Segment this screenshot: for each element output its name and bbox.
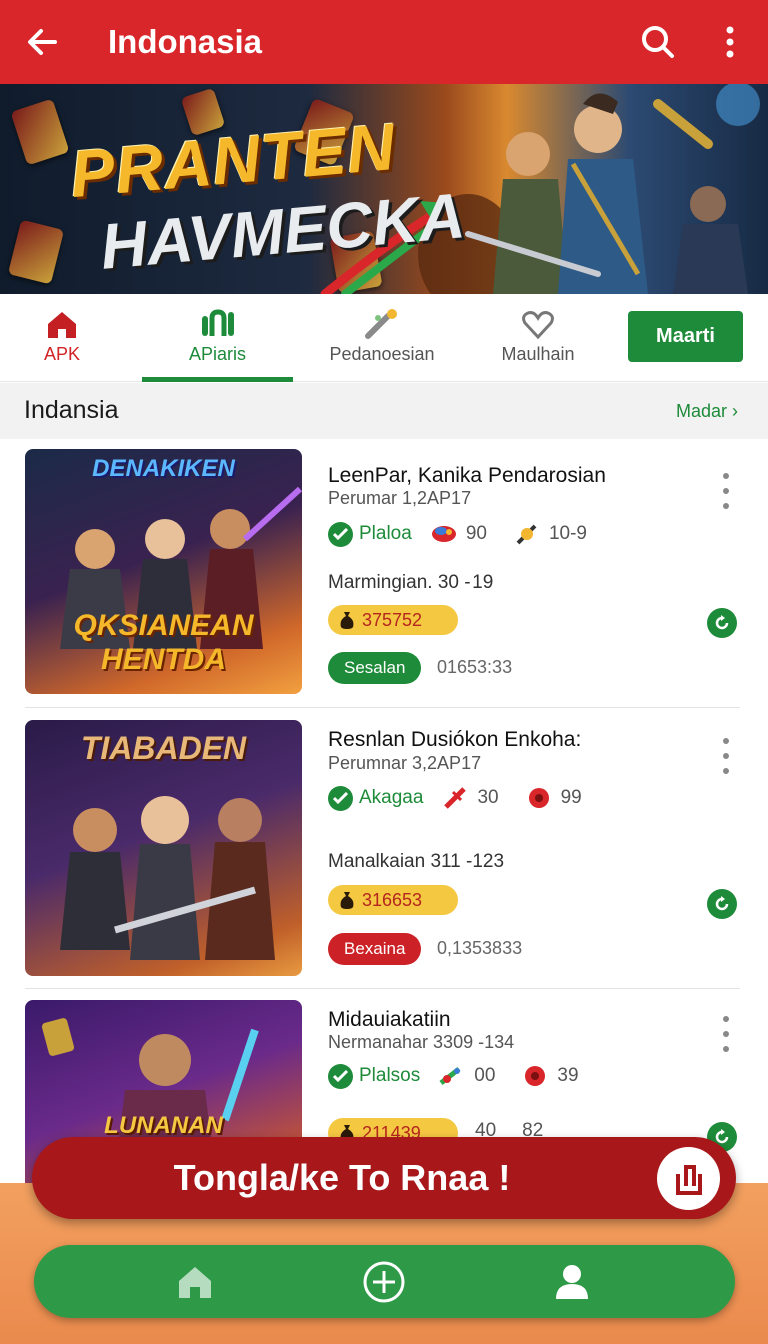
verified-label: Akagaa	[359, 787, 424, 808]
tab-maulhain[interactable]: Maulhain	[470, 294, 606, 382]
item-timestamp: 01653:33	[437, 657, 513, 677]
game-thumbnail: TIABADEN	[25, 720, 302, 976]
tab-action-button[interactable]: Maarti	[628, 311, 743, 362]
thumb-subtitle: LUNANAN	[104, 1112, 223, 1139]
cta-button[interactable]: Tongla/ke To Rnaa !	[32, 1137, 736, 1219]
search-button[interactable]	[624, 0, 692, 84]
price-tag: 375752	[328, 605, 458, 635]
app-bar: Indonasia	[0, 0, 768, 84]
apps-icon	[201, 309, 234, 336]
price-tag: 316653	[328, 885, 458, 915]
tab-label: APiaris	[188, 344, 246, 364]
add-circle-icon	[363, 1261, 405, 1302]
item-menu-button[interactable]	[716, 473, 736, 509]
status-pill[interactable]: Sesalan	[328, 652, 422, 684]
coin-bag-icon	[340, 612, 354, 629]
share-button[interactable]	[657, 1147, 720, 1210]
more-vert-icon	[726, 26, 734, 58]
refresh-icon	[715, 615, 729, 630]
item-subtitle: Perumnar 3,2AP17	[328, 753, 482, 773]
cta-label: Tongla/ke To Rnaa !	[173, 1157, 511, 1198]
stat-value: 39	[557, 1065, 579, 1086]
profile-icon	[556, 1264, 588, 1299]
refresh-icon	[715, 896, 729, 911]
stat-value: 10-9	[548, 523, 587, 544]
decor-card	[10, 98, 70, 166]
price-value: 316653	[362, 889, 423, 910]
list-divider	[25, 988, 740, 989]
item-date: Manalkaian 311 -123	[328, 851, 505, 872]
refresh-button[interactable]	[707, 608, 737, 638]
search-icon	[642, 26, 674, 58]
item-title: LeenPar, Kanika Pendarosian	[328, 464, 606, 487]
gem-icon	[438, 1062, 466, 1090]
item-stats: Plalsos 00 39	[328, 1062, 605, 1090]
nav-profile[interactable]	[532, 1245, 612, 1318]
more-label: Madar	[675, 401, 727, 421]
thumb-title: DENAKIKEN	[92, 455, 235, 482]
verified-label: Plalsos	[359, 1065, 421, 1086]
list-item[interactable]: DENAKIKEN QKSIANEAN HENTDA LeenPar, Kani…	[0, 440, 768, 708]
tab-pedanoesian[interactable]: Pedanoesian	[312, 294, 452, 382]
badge-icon	[525, 784, 553, 812]
thumb-title: TIABADEN	[80, 730, 247, 766]
home-icon	[179, 1266, 211, 1298]
list-item[interactable]: TIABADEN Resnlan Dusiókon Enkoha: Perumn…	[0, 710, 768, 986]
coin-bag-icon	[340, 892, 354, 909]
verified-icon	[328, 521, 353, 547]
item-subtitle: Perumar 1,2AP17	[328, 488, 472, 508]
item-title: Midauiakatiin	[328, 1008, 451, 1031]
bottom-nav	[34, 1245, 735, 1318]
nav-home[interactable]	[155, 1245, 235, 1318]
tab-label: Pedanoesian	[329, 344, 435, 364]
thumb-subtitle: QKSIANEAN HENTDA	[73, 609, 254, 676]
verified-label: Plaloa	[359, 523, 412, 544]
section-title: Indansia	[24, 396, 119, 424]
sword-icon	[441, 784, 469, 812]
nav-add[interactable]	[344, 1245, 424, 1318]
refresh-button[interactable]	[707, 889, 737, 919]
decor-card	[7, 219, 65, 285]
sword-icon	[513, 520, 541, 548]
active-tab-indicator	[142, 377, 293, 382]
gem-icon	[430, 520, 458, 548]
stat-value: 90	[465, 523, 487, 544]
chevron-right-icon: ›	[732, 401, 738, 421]
item-stats: Akagaa 30 99	[328, 784, 608, 812]
badge-icon	[521, 1062, 549, 1090]
price-value: 375752	[362, 609, 423, 630]
tab-label: APK	[43, 344, 81, 364]
tab-label: Maulhain	[501, 344, 575, 364]
hero-banner[interactable]: PRANTEN HAVMECKA	[0, 84, 768, 294]
page-title: Indonasia	[108, 23, 263, 60]
status-pill[interactable]: Bexaina	[328, 933, 422, 965]
item-menu-button[interactable]	[716, 738, 736, 774]
item-stats: Plaloa 90 10-9	[328, 520, 613, 548]
tab-apiaris[interactable]: APiaris	[142, 294, 293, 382]
verified-icon	[328, 1063, 353, 1089]
share-icon	[675, 1164, 702, 1195]
stat-value: 00	[474, 1065, 496, 1086]
wand-icon	[365, 309, 397, 339]
item-title: Resnlan Dusiókon Enkoha:	[328, 728, 582, 751]
section-more-link[interactable]: Madar ›	[676, 401, 738, 422]
stat-value: 99	[560, 787, 582, 808]
heart-icon	[522, 311, 554, 340]
section-header: Indansia Madar ›	[0, 383, 768, 439]
list-divider	[25, 707, 740, 708]
item-date: Marmingian. 30 - 19	[328, 572, 494, 593]
stat-value: 30	[477, 787, 499, 808]
item-subtitle: Nermanahar 3309 -134	[328, 1032, 515, 1052]
item-timestamp: 0,1353833	[437, 938, 523, 958]
overflow-menu-button[interactable]	[692, 0, 768, 84]
verified-icon	[328, 785, 353, 811]
game-thumbnail: DENAKIKEN QKSIANEAN HENTDA	[25, 449, 302, 694]
back-arrow-icon	[28, 29, 57, 55]
tab-apk[interactable]: APK	[0, 294, 124, 382]
item-menu-button[interactable]	[716, 1016, 736, 1052]
home-icon	[48, 312, 76, 338]
back-button[interactable]	[0, 0, 84, 84]
